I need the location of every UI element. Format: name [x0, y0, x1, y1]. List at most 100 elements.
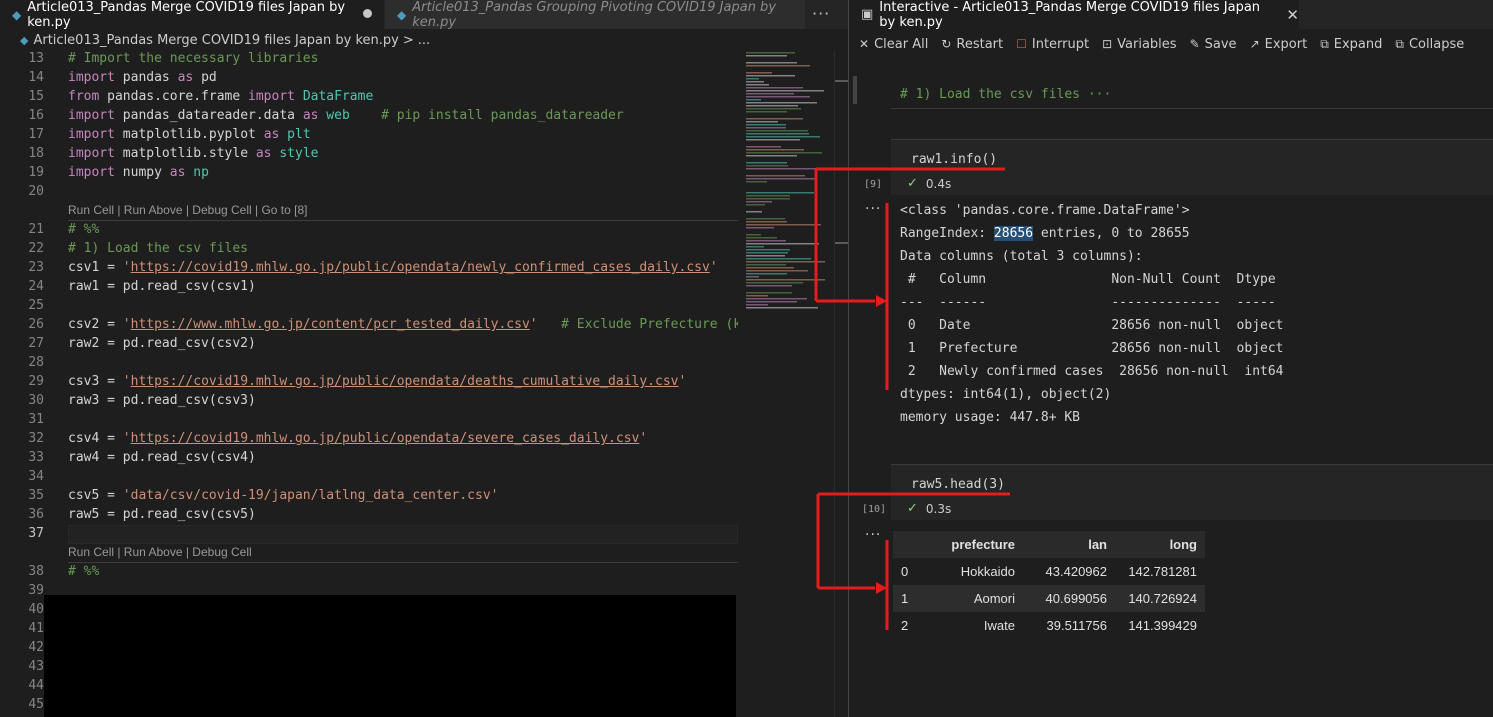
minimap-line	[746, 75, 795, 77]
interactive-window-icon: ▣	[861, 7, 874, 22]
interactive-toolbar: ✕ Clear All ↻ Restart ☐ Interrupt ⊡ Variable…	[849, 29, 1493, 59]
minimap-line	[746, 218, 785, 220]
minimap-line	[746, 178, 816, 180]
csv2-url-link[interactable]: https://www.mhlw.go.jp/content/pcr_teste…	[131, 317, 530, 332]
restart-icon: ↻	[941, 37, 952, 51]
minimap-line	[746, 304, 768, 306]
tab-label: Interactive - Article013_Pandas Merge CO…	[879, 0, 1261, 30]
minimap[interactable]	[738, 50, 834, 717]
line-number: 42	[28, 640, 44, 655]
interrupt-button[interactable]: ☐ Interrupt	[1016, 37, 1089, 52]
minimap-line	[746, 273, 787, 275]
breadcrumb-file[interactable]: Article013_Pandas Merge COVID19 files Ja…	[33, 33, 398, 48]
minimap-line	[746, 204, 765, 206]
code-line: csv5 = 'data/csv/covid-19/japan/latlng_d…	[68, 488, 499, 503]
minimap-line	[746, 84, 769, 86]
codelens-top[interactable]: Run Cell | Run Above | Debug Cell | Go t…	[68, 203, 307, 217]
collapse-button[interactable]: ⧉ Collapse	[1395, 37, 1464, 52]
line-number: 30	[28, 393, 44, 408]
clear-all-button[interactable]: ✕ Clear All	[859, 37, 928, 52]
csv4-url-link[interactable]: https://covid19.mhlw.go.jp/public/openda…	[131, 431, 640, 446]
output-line: <class 'pandas.core.frame.DataFrame'>	[900, 203, 1190, 218]
line-number: 32	[28, 431, 44, 446]
dataframe-table: prefecture lan long 0 Hokkaido 43.420962…	[893, 531, 1205, 639]
table-cell: 39.511756	[1046, 618, 1108, 633]
csv1-url-link[interactable]: https://covid19.mhlw.go.jp/public/openda…	[131, 260, 710, 275]
minimap-line	[746, 52, 795, 54]
line-number: 41	[28, 621, 44, 636]
tab-grouping-file[interactable]: ◆ Article013_Pandas Grouping Pivoting CO…	[385, 0, 805, 30]
minimap-line	[746, 149, 804, 151]
table-cell: 142.781281	[1128, 564, 1197, 579]
cell-9-status: ✓ 0.4s	[907, 176, 952, 191]
scroll-marker	[835, 80, 849, 82]
cell-10-status: ✓ 0.3s	[907, 501, 952, 516]
minimap-line	[746, 102, 817, 104]
minimap-line	[746, 249, 790, 251]
line-number: 24	[28, 279, 44, 294]
output-line: dtypes: int64(1), object(2)	[900, 387, 1112, 402]
output-line: 0 Date 28656 non-null object	[900, 318, 1284, 333]
minimap-line	[746, 181, 767, 183]
csv3-url-link[interactable]: https://covid19.mhlw.go.jp/public/openda…	[131, 374, 679, 389]
tab-interactive[interactable]: ▣ Interactive - Article013_Pandas Merge …	[849, 0, 1299, 30]
code-line: raw5 = pd.read_csv(csv5)	[68, 507, 256, 522]
expand-button[interactable]: ⧉ Expand	[1320, 37, 1382, 52]
code-area[interactable]: 13 14 15 16 17 18 19 20 21 22 23 24 25 2…	[0, 50, 738, 717]
table-header: prefecture	[923, 531, 1023, 558]
table-cell: 2	[901, 618, 909, 633]
line-number: 13	[28, 51, 44, 66]
minimap-line	[746, 90, 824, 92]
line-number: 34	[28, 469, 44, 484]
interactive-tab-bar: ▣ Interactive - Article013_Pandas Merge …	[849, 0, 1493, 30]
table-cell: 141.399429	[1128, 618, 1197, 633]
cell-10-exec-count: [10]	[862, 504, 887, 515]
variables-button[interactable]: ⊡ Variables	[1102, 37, 1176, 52]
close-icon[interactable]: ✕	[1286, 6, 1299, 24]
minimap-line	[746, 243, 819, 245]
export-button[interactable]: ↗ Export	[1250, 37, 1308, 52]
expand-icon: ⧉	[1320, 36, 1329, 51]
table-header	[893, 531, 923, 558]
collapse-icon: ⧉	[1395, 36, 1404, 51]
minimap-line	[746, 255, 785, 257]
table-cell: 0	[901, 564, 909, 579]
minimap-lines	[746, 52, 825, 309]
cell-divider	[891, 108, 1493, 109]
minimap-line	[746, 105, 798, 107]
minimap-line	[746, 165, 788, 167]
minimap-line	[746, 237, 777, 239]
output-line: --- ------ -------------- -----	[900, 295, 1284, 310]
minimap-line	[746, 162, 787, 164]
output-menu-icon[interactable]: ···	[865, 527, 881, 543]
line-number: 39	[28, 583, 44, 598]
codelens-bottom[interactable]: Run Cell | Run Above | Debug Cell	[68, 545, 252, 559]
line-number: 28	[28, 355, 44, 370]
collapsed-cell[interactable]: # 1) Load the csv files ···	[900, 87, 1111, 102]
unsaved-dot-icon[interactable]	[363, 9, 372, 18]
close-icon: ✕	[859, 37, 870, 51]
tab-merge-file[interactable]: ◆ Article013_Pandas Merge COVID19 files …	[0, 0, 384, 30]
cell-9-input[interactable]	[891, 139, 1493, 195]
breadcrumb-ellipsis[interactable]: ...	[418, 33, 430, 48]
save-button[interactable]: ✎ Save	[1190, 37, 1237, 52]
output-line: 1 Prefecture 28656 non-null object	[900, 341, 1284, 356]
blank-overlay	[44, 595, 736, 717]
minimap-line	[746, 195, 790, 197]
minimap-line	[746, 136, 820, 138]
minimap-line	[746, 93, 794, 95]
table-cell: 140.726924	[1115, 585, 1205, 612]
check-icon: ✓	[907, 501, 918, 516]
tab-label: Article013_Pandas Merge COVID19 files Ja…	[27, 0, 346, 30]
output-menu-icon[interactable]: ···	[865, 201, 881, 217]
cell-10-input[interactable]	[891, 464, 1493, 520]
editor-scrollbar[interactable]	[834, 50, 849, 717]
restart-button[interactable]: ↻ Restart	[941, 37, 1003, 52]
minimap-line	[746, 175, 805, 177]
more-actions-icon[interactable]: ···	[812, 4, 830, 23]
line-number: 38	[28, 564, 44, 579]
output-line: # Column Non-Null Count Dtype	[900, 272, 1284, 287]
minimap-line	[746, 96, 810, 98]
minimap-line	[746, 301, 797, 303]
minimap-line	[746, 295, 768, 297]
